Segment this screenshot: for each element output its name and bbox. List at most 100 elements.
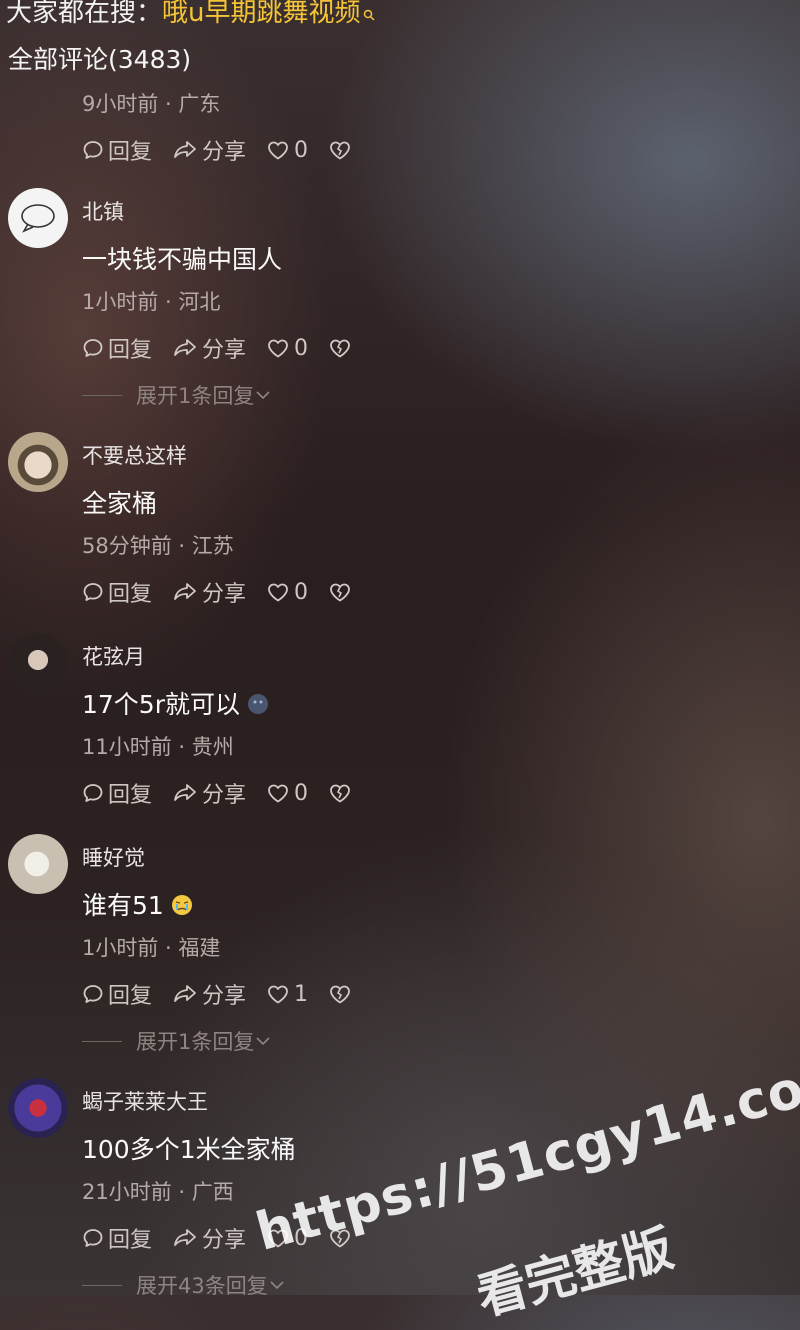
share-icon [174, 141, 196, 158]
expand-replies-label: 展开43条回复 [136, 1274, 268, 1298]
reply-label: 回复 [108, 1228, 153, 1253]
share-label: 分享 [202, 338, 247, 363]
heart-icon [268, 985, 288, 1004]
broken-heart-icon [330, 583, 350, 602]
like-button[interactable]: 0 [266, 336, 308, 361]
share-button[interactable]: 分享 [172, 332, 246, 364]
heart-icon [268, 784, 288, 803]
reply-icon [83, 583, 103, 601]
comment-text: 一块钱不骗中国人 [82, 245, 283, 274]
share-button[interactable]: 分享 [172, 978, 246, 1010]
share-button[interactable]: 分享 [172, 576, 246, 608]
comment-meta: 1小时前 · 福建 [82, 936, 221, 960]
chevron-down-icon [256, 1037, 270, 1046]
comment-text-body: 谁有51 [82, 891, 164, 920]
dislike-button[interactable] [328, 581, 356, 603]
reply-label: 回复 [108, 984, 153, 1009]
expand-replies-label: 展开1条回复 [136, 1030, 255, 1054]
dislike-button[interactable] [328, 782, 356, 804]
reply-button[interactable]: 回复 [82, 134, 152, 166]
reply-button[interactable]: 回复 [82, 978, 152, 1010]
reply-icon [83, 784, 103, 802]
avatar[interactable] [8, 834, 68, 894]
reply-label: 回复 [108, 140, 153, 165]
broken-heart-icon [330, 339, 350, 358]
share-icon [174, 784, 196, 801]
chat-bubble-avatar-icon [21, 204, 55, 233]
comment-actions: 回复 分享 0 [82, 332, 376, 364]
share-label: 分享 [202, 984, 247, 1009]
share-icon [174, 1229, 196, 1246]
comment-username[interactable]: 北镇 [82, 196, 124, 226]
comment-actions: 回复 分享 1 [82, 978, 376, 1010]
comment-text: 17个5r就可以 [82, 685, 270, 721]
comment-meta: 11小时前 · 贵州 [82, 735, 234, 759]
avatar[interactable] [8, 1078, 68, 1138]
heart-icon [268, 141, 288, 160]
reply-button[interactable]: 回复 [82, 777, 152, 809]
comment-actions: 回复 分享 0 [82, 576, 376, 608]
search-icon [363, 0, 375, 28]
heart-icon [268, 583, 288, 602]
comment-text: 全家桶 [82, 489, 158, 518]
broken-heart-icon [330, 141, 350, 160]
broken-heart-icon [330, 985, 350, 1004]
comment-username[interactable]: 花弦月 [82, 641, 145, 671]
reply-button[interactable]: 回复 [82, 576, 152, 608]
like-button[interactable]: 0 [266, 781, 308, 806]
expand-replies-button[interactable]: 展开43条回复 [82, 1270, 286, 1300]
dislike-button[interactable] [328, 337, 356, 359]
comment-text: 100多个1米全家桶 [82, 1135, 296, 1164]
avatar[interactable] [8, 633, 68, 693]
comment-actions: 回复 分享 0 [82, 134, 376, 166]
comment-text: 谁有51 [82, 886, 194, 922]
share-label: 分享 [202, 582, 247, 607]
share-icon [174, 583, 196, 600]
reply-button[interactable]: 回复 [82, 1222, 152, 1254]
like-count: 1 [294, 981, 309, 1007]
comment-username[interactable]: 不要总这样 [82, 440, 187, 470]
avatar[interactable] [8, 432, 68, 492]
broken-heart-icon [330, 784, 350, 803]
like-button[interactable]: 0 [266, 580, 308, 605]
comment-meta: 58分钟前 · 江苏 [82, 534, 234, 558]
search-suggestion-prefix: 大家都在搜： [6, 0, 163, 28]
expand-replies-label: 展开1条回复 [136, 384, 255, 408]
comment-username[interactable]: 睡好觉 [82, 842, 145, 872]
share-label: 分享 [202, 783, 247, 808]
like-count: 0 [294, 579, 309, 605]
divider [82, 1284, 122, 1286]
like-count: 0 [294, 335, 309, 361]
watermark-url: https://51cgy14.com [250, 1044, 800, 1263]
heart-icon [268, 339, 288, 358]
avatar[interactable] [8, 188, 68, 248]
comment-meta: 21小时前 · 广西 [82, 1180, 234, 1204]
comment-username[interactable]: 蝎子莱莱大王 [82, 1086, 208, 1116]
divider [82, 394, 122, 396]
emoji-icon [248, 694, 268, 714]
like-button[interactable]: 1 [266, 982, 308, 1007]
comment-meta: 9小时前 · 广东 [82, 92, 221, 116]
search-suggestion[interactable]: 大家都在搜：哦u早期跳舞视频 [6, 0, 375, 29]
like-count: 0 [294, 780, 309, 806]
dislike-button[interactable] [328, 139, 356, 161]
share-button[interactable]: 分享 [172, 134, 246, 166]
like-button[interactable]: 0 [266, 138, 308, 163]
reply-icon [83, 1229, 103, 1247]
chevron-down-icon [270, 1281, 284, 1290]
expand-replies-button[interactable]: 展开1条回复 [82, 1026, 272, 1056]
reply-icon [83, 985, 103, 1003]
like-count: 0 [294, 137, 309, 163]
share-button[interactable]: 分享 [172, 1222, 246, 1254]
share-label: 分享 [202, 140, 247, 165]
share-icon [174, 985, 196, 1002]
search-suggestion-keyword[interactable]: 哦u早期跳舞视频 [162, 0, 360, 28]
reply-label: 回复 [108, 783, 153, 808]
dislike-button[interactable] [328, 983, 356, 1005]
expand-replies-button[interactable]: 展开1条回复 [82, 380, 272, 410]
reply-button[interactable]: 回复 [82, 332, 152, 364]
reply-icon [83, 339, 103, 357]
reply-label: 回复 [108, 338, 153, 363]
reply-label: 回复 [108, 582, 153, 607]
share-button[interactable]: 分享 [172, 777, 246, 809]
